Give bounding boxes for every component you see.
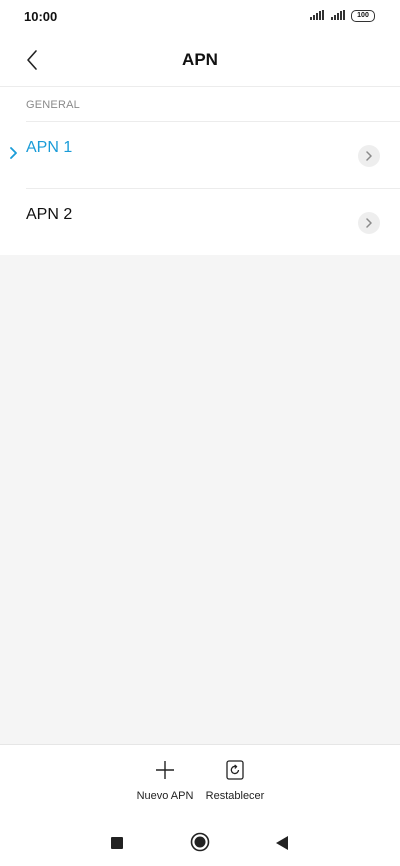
- section-header: GENERAL: [26, 99, 80, 111]
- recents-button[interactable]: [111, 837, 123, 849]
- new-apn-label: Nuevo APN: [136, 790, 194, 802]
- battery-icon: 100: [351, 10, 375, 22]
- signal-icon: [331, 10, 347, 20]
- triangle-left-icon: [276, 836, 288, 850]
- plus-icon: [156, 761, 174, 779]
- apn-list: GENERAL APN 1 APN 2: [0, 86, 400, 255]
- reset-label: Restablecer: [205, 790, 265, 802]
- app-header: APN: [0, 34, 400, 86]
- bottom-action-bar: Nuevo APN Restablecer: [0, 744, 400, 819]
- apn-item-1[interactable]: APN 1: [0, 122, 400, 188]
- chevron-right-icon: [358, 145, 380, 167]
- signal-icon: [310, 10, 326, 20]
- back-nav-button[interactable]: [275, 835, 289, 856]
- home-button[interactable]: [190, 832, 210, 857]
- new-apn-button[interactable]: Nuevo APN: [130, 759, 200, 802]
- apn-label: APN 2: [26, 206, 73, 223]
- apn-item-2[interactable]: APN 2: [0, 189, 400, 255]
- page-title: APN: [182, 50, 218, 69]
- circle-icon: [190, 832, 210, 852]
- chevron-right-icon: [358, 212, 380, 234]
- status-bar: 10:00 100: [0, 0, 400, 34]
- system-nav-bar: [0, 818, 400, 866]
- reset-icon: [226, 760, 244, 780]
- reset-button[interactable]: Restablecer: [200, 759, 270, 802]
- apn-label: APN 1: [26, 139, 73, 156]
- selected-marker-icon: [10, 147, 17, 159]
- status-time: 10:00: [24, 9, 58, 24]
